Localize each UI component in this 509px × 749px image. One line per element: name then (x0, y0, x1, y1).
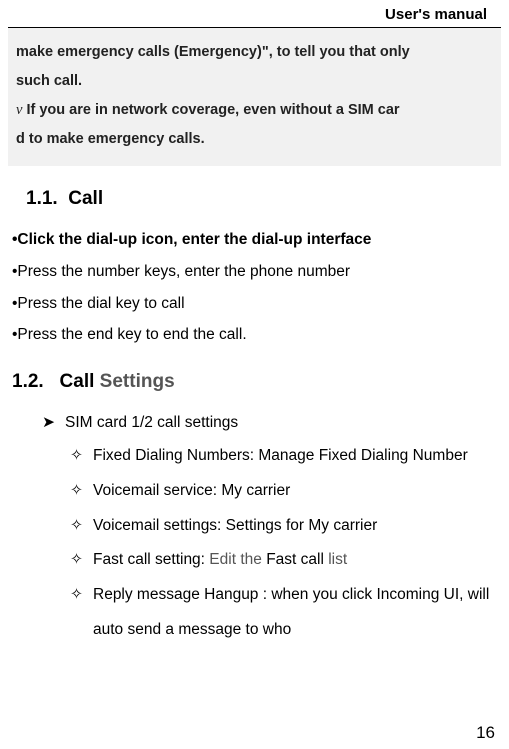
list-item: ✧ Voicemail service: My carrier (70, 474, 493, 509)
l2-text-4b: Edit the (205, 551, 266, 568)
diamond-bullet-icon: ✧ (70, 474, 83, 509)
diamond-bullet-icon: ✧ (70, 439, 83, 474)
section-1-1-heading: 1.1. Call (26, 188, 509, 210)
l2-text-4d: list (324, 551, 347, 568)
level-1-list: ➤ SIM card 1/2 call settings (42, 407, 495, 439)
note-box: make emergency calls (Emergency)", to te… (8, 28, 501, 166)
l2-text-2: Voicemail service: My carrier (93, 474, 290, 509)
section-1-1-num: 1.1. (26, 188, 58, 209)
header: User's manual (8, 0, 501, 28)
diamond-bullet-icon: ✧ (70, 509, 83, 544)
diamond-bullet-icon: ✧ (70, 543, 83, 578)
bullet-4: •Press the end key to end the call. (12, 319, 495, 351)
triangle-bullet-icon: ➤ (42, 407, 55, 439)
section-1-1-body: •Click the dial-up icon, enter the dial-… (12, 224, 495, 351)
fast-call-em: Fast call (266, 551, 324, 568)
section-1-2-num: 1.2. (12, 371, 44, 392)
list-item: ✧ Reply message Hangup : when you click … (70, 578, 493, 648)
note-line-4: d to make emergency calls. (16, 125, 493, 154)
l1-text: SIM card 1/2 call settings (65, 407, 238, 439)
bullet-1: •Click the dial-up icon, enter the dial-… (12, 224, 495, 256)
list-item: ✧ Fixed Dialing Numbers: Manage Fixed Di… (70, 439, 493, 474)
list-item: ✧ Fast call setting: Edit the Fast call … (70, 543, 493, 578)
note-line-2: such call. (16, 67, 493, 96)
level-2-list: ✧ Fixed Dialing Numbers: Manage Fixed Di… (70, 439, 493, 648)
list-item: ✧ Voicemail settings: Settings for My ca… (70, 509, 493, 544)
section-1-2-heading: 1.2. Call Settings (12, 371, 509, 393)
bullet-3: •Press the dial key to call (12, 288, 495, 320)
bullet-2: •Press the number keys, enter the phone … (12, 256, 495, 288)
l2-text-4: Fast call setting: Edit the Fast call li… (93, 543, 347, 578)
note-line-3a: If you are in network coverage, even wit… (22, 102, 399, 118)
fast-call-label: Fast call setting: (93, 551, 205, 568)
section-1-2-title-b: Settings (94, 371, 174, 392)
section-1-2-title-a: Call (60, 371, 95, 392)
note-line-1: make emergency calls (Emergency)", to te… (16, 38, 493, 67)
page-number: 16 (476, 723, 495, 743)
l2-text-3: Voicemail settings: Settings for My carr… (93, 509, 377, 544)
list-item: ➤ SIM card 1/2 call settings (42, 407, 495, 439)
l2-text-5: Reply message Hangup : when you click In… (93, 578, 493, 648)
diamond-bullet-icon: ✧ (70, 578, 83, 648)
header-title: User's manual (385, 6, 487, 23)
note-line-3: ν If you are in network coverage, even w… (16, 96, 493, 125)
section-1-1-title: Call (68, 188, 103, 209)
l2-text-1: Fixed Dialing Numbers: Manage Fixed Dial… (93, 439, 468, 474)
